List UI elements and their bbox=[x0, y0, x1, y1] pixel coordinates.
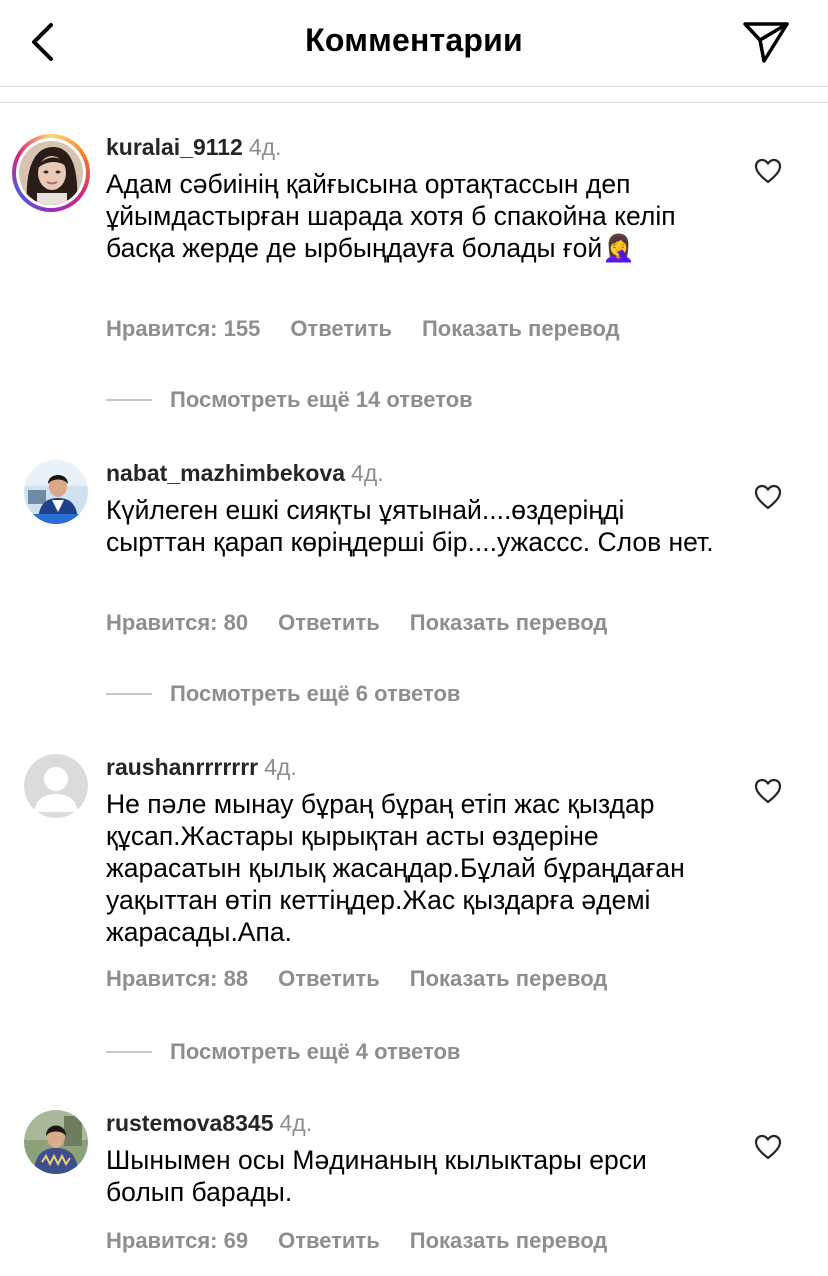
comment-text: Күйлеген ешкі сияқты ұятынай....өздеріңд… bbox=[106, 495, 714, 557]
user-photo bbox=[24, 1110, 88, 1174]
comment-actions: Нравится: 69 Ответить Показать перевод bbox=[106, 1228, 637, 1254]
comment-meta: nabat_mazhimbekova 4д. bbox=[106, 460, 384, 487]
section-divider bbox=[0, 102, 828, 103]
comment-meta: raushanrrrrrrr 4д. bbox=[106, 754, 297, 781]
user-photo bbox=[19, 141, 83, 205]
view-more-replies[interactable]: Посмотреть ещё 4 ответов bbox=[106, 1037, 460, 1067]
share-button[interactable] bbox=[740, 18, 792, 66]
replies-line bbox=[106, 399, 152, 401]
username[interactable]: kuralai_9112 bbox=[106, 134, 243, 160]
replies-line bbox=[106, 693, 152, 695]
likes-count[interactable]: Нравится: 88 bbox=[106, 966, 248, 991]
view-more-replies-label: Посмотреть ещё 6 ответов bbox=[170, 681, 461, 706]
likes-count[interactable]: Нравится: 155 bbox=[106, 316, 260, 341]
like-button[interactable] bbox=[754, 484, 782, 510]
view-more-replies-label: Посмотреть ещё 14 ответов bbox=[170, 387, 473, 412]
username[interactable]: raushanrrrrrrr bbox=[106, 754, 258, 780]
reply-button[interactable]: Ответить bbox=[278, 966, 380, 991]
heart-icon bbox=[754, 778, 782, 804]
comment-actions: Нравится: 88 Ответить Показать перевод bbox=[106, 966, 637, 992]
like-button[interactable] bbox=[754, 158, 782, 184]
comment-meta: kuralai_9112 4д. bbox=[106, 134, 281, 161]
reply-button[interactable]: Ответить bbox=[278, 610, 380, 635]
timestamp: 4д. bbox=[264, 754, 297, 780]
default-avatar-icon bbox=[24, 754, 88, 818]
username[interactable]: nabat_mazhimbekova bbox=[106, 460, 345, 486]
show-translation-button[interactable]: Показать перевод bbox=[410, 966, 608, 991]
heart-icon bbox=[754, 158, 782, 184]
show-translation-button[interactable]: Показать перевод bbox=[422, 316, 620, 341]
header: Комментарии bbox=[0, 0, 828, 86]
comment-meta: rustemova8345 4д. bbox=[106, 1110, 312, 1137]
comment-actions: Нравится: 80 Ответить Показать перевод bbox=[106, 610, 637, 636]
avatar[interactable] bbox=[24, 460, 88, 524]
comment-text: Не пәле мынау бұраң бұраң етіп жас қызда… bbox=[106, 789, 685, 947]
paper-plane-icon bbox=[743, 22, 789, 63]
page-title: Комментарии bbox=[305, 22, 523, 58]
like-button[interactable] bbox=[754, 778, 782, 804]
comment-text: Шынымен осы Мәдинаның кылыктары ерси бол… bbox=[106, 1145, 647, 1207]
header-divider bbox=[0, 86, 828, 87]
timestamp: 4д. bbox=[279, 1110, 313, 1136]
show-translation-button[interactable]: Показать перевод bbox=[410, 1228, 608, 1253]
likes-count[interactable]: Нравится: 69 bbox=[106, 1228, 248, 1253]
avatar[interactable] bbox=[24, 754, 88, 818]
view-more-replies-label: Посмотреть ещё 4 ответов bbox=[170, 1039, 461, 1064]
avatar[interactable] bbox=[24, 1110, 88, 1174]
avatar[interactable] bbox=[12, 134, 90, 212]
likes-count[interactable]: Нравится: 80 bbox=[106, 610, 248, 635]
timestamp: 4д. bbox=[248, 134, 282, 160]
heart-icon bbox=[754, 484, 782, 510]
view-more-replies[interactable]: Посмотреть ещё 14 ответов bbox=[106, 385, 473, 415]
like-button[interactable] bbox=[754, 1134, 782, 1160]
comment-actions: Нравится: 155 Ответить Показать перевод bbox=[106, 316, 650, 342]
show-translation-button[interactable]: Показать перевод bbox=[410, 610, 608, 635]
reply-button[interactable]: Ответить bbox=[278, 1228, 380, 1253]
replies-line bbox=[106, 1051, 152, 1053]
view-more-replies[interactable]: Посмотреть ещё 6 ответов bbox=[106, 679, 460, 709]
user-photo bbox=[24, 460, 88, 524]
heart-icon bbox=[754, 1134, 782, 1160]
username[interactable]: rustemova8345 bbox=[106, 1110, 274, 1136]
reply-button[interactable]: Ответить bbox=[290, 316, 392, 341]
timestamp: 4д. bbox=[351, 460, 384, 486]
comment-text: Адам сәбиінің қайғысына ортақтассын деп … bbox=[106, 169, 676, 263]
